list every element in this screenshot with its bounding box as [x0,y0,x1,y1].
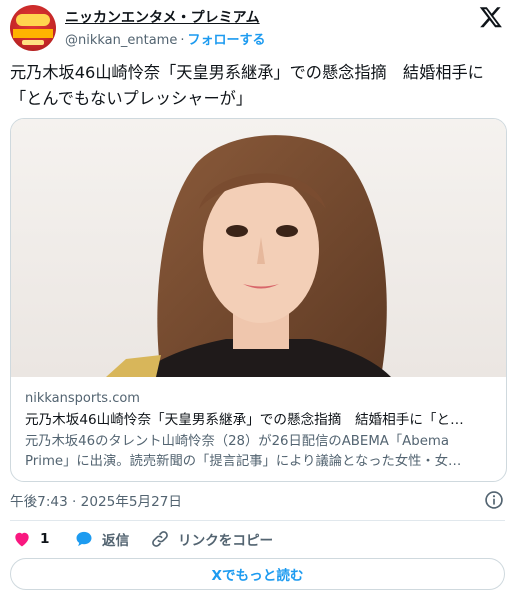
tweet-timestamp[interactable]: 午後7:43 · 2025年5月27日 [10,490,182,510]
card-image [11,119,506,377]
info-icon[interactable] [484,490,504,510]
copy-link-label: リンクをコピー [178,533,274,549]
account-name[interactable]: ニッカンエンタメ・プレミアム [65,7,260,27]
reply-label: 返信 [102,533,130,549]
follow-button[interactable]: フォローする [188,33,266,48]
like-count: 1 [40,531,50,547]
read-more-button[interactable]: Xでもっと読む [10,558,505,590]
x-logo-icon[interactable] [479,5,503,29]
speech-bubble-icon [76,531,92,547]
link-card[interactable]: nikkansports.com 元乃木坂46山崎怜奈「天皇男系継承」での懸念指… [10,118,507,482]
separator-dot: · [180,33,185,48]
action-bar: 1 返信 リンクをコピー [10,524,505,554]
like-button[interactable]: 1 [12,524,49,554]
copy-link-button[interactable]: リンクをコピー [150,524,273,554]
card-title[interactable]: 元乃木坂46山崎怜奈「天皇男系継承」での懸念指摘 結婚相手に「と… [25,409,495,431]
card-domain: nikkansports.com [25,391,140,406]
link-icon [152,531,168,547]
tweet-text: 元乃木坂46山崎怜奈「天皇男系継承」での懸念指摘 結婚相手に「とんでもないプレッ… [10,63,484,108]
card-description: 元乃木坂46のタレント山崎怜奈（28）が26日配信のABEMA「Abema Pr… [25,434,462,469]
account-meta: @nikkan_entame · フォローする [65,29,266,48]
heart-icon [15,532,29,547]
card-info: nikkansports.com 元乃木坂46山崎怜奈「天皇男系継承」での懸念指… [25,389,495,472]
reply-button[interactable]: 返信 [74,524,129,554]
divider [10,520,505,521]
account-avatar[interactable] [10,5,56,51]
tweet-header: ニッカンエンタメ・プレミアム @nikkan_entame · フォローする [10,5,509,51]
account-handle[interactable]: @nikkan_entame [65,33,177,48]
